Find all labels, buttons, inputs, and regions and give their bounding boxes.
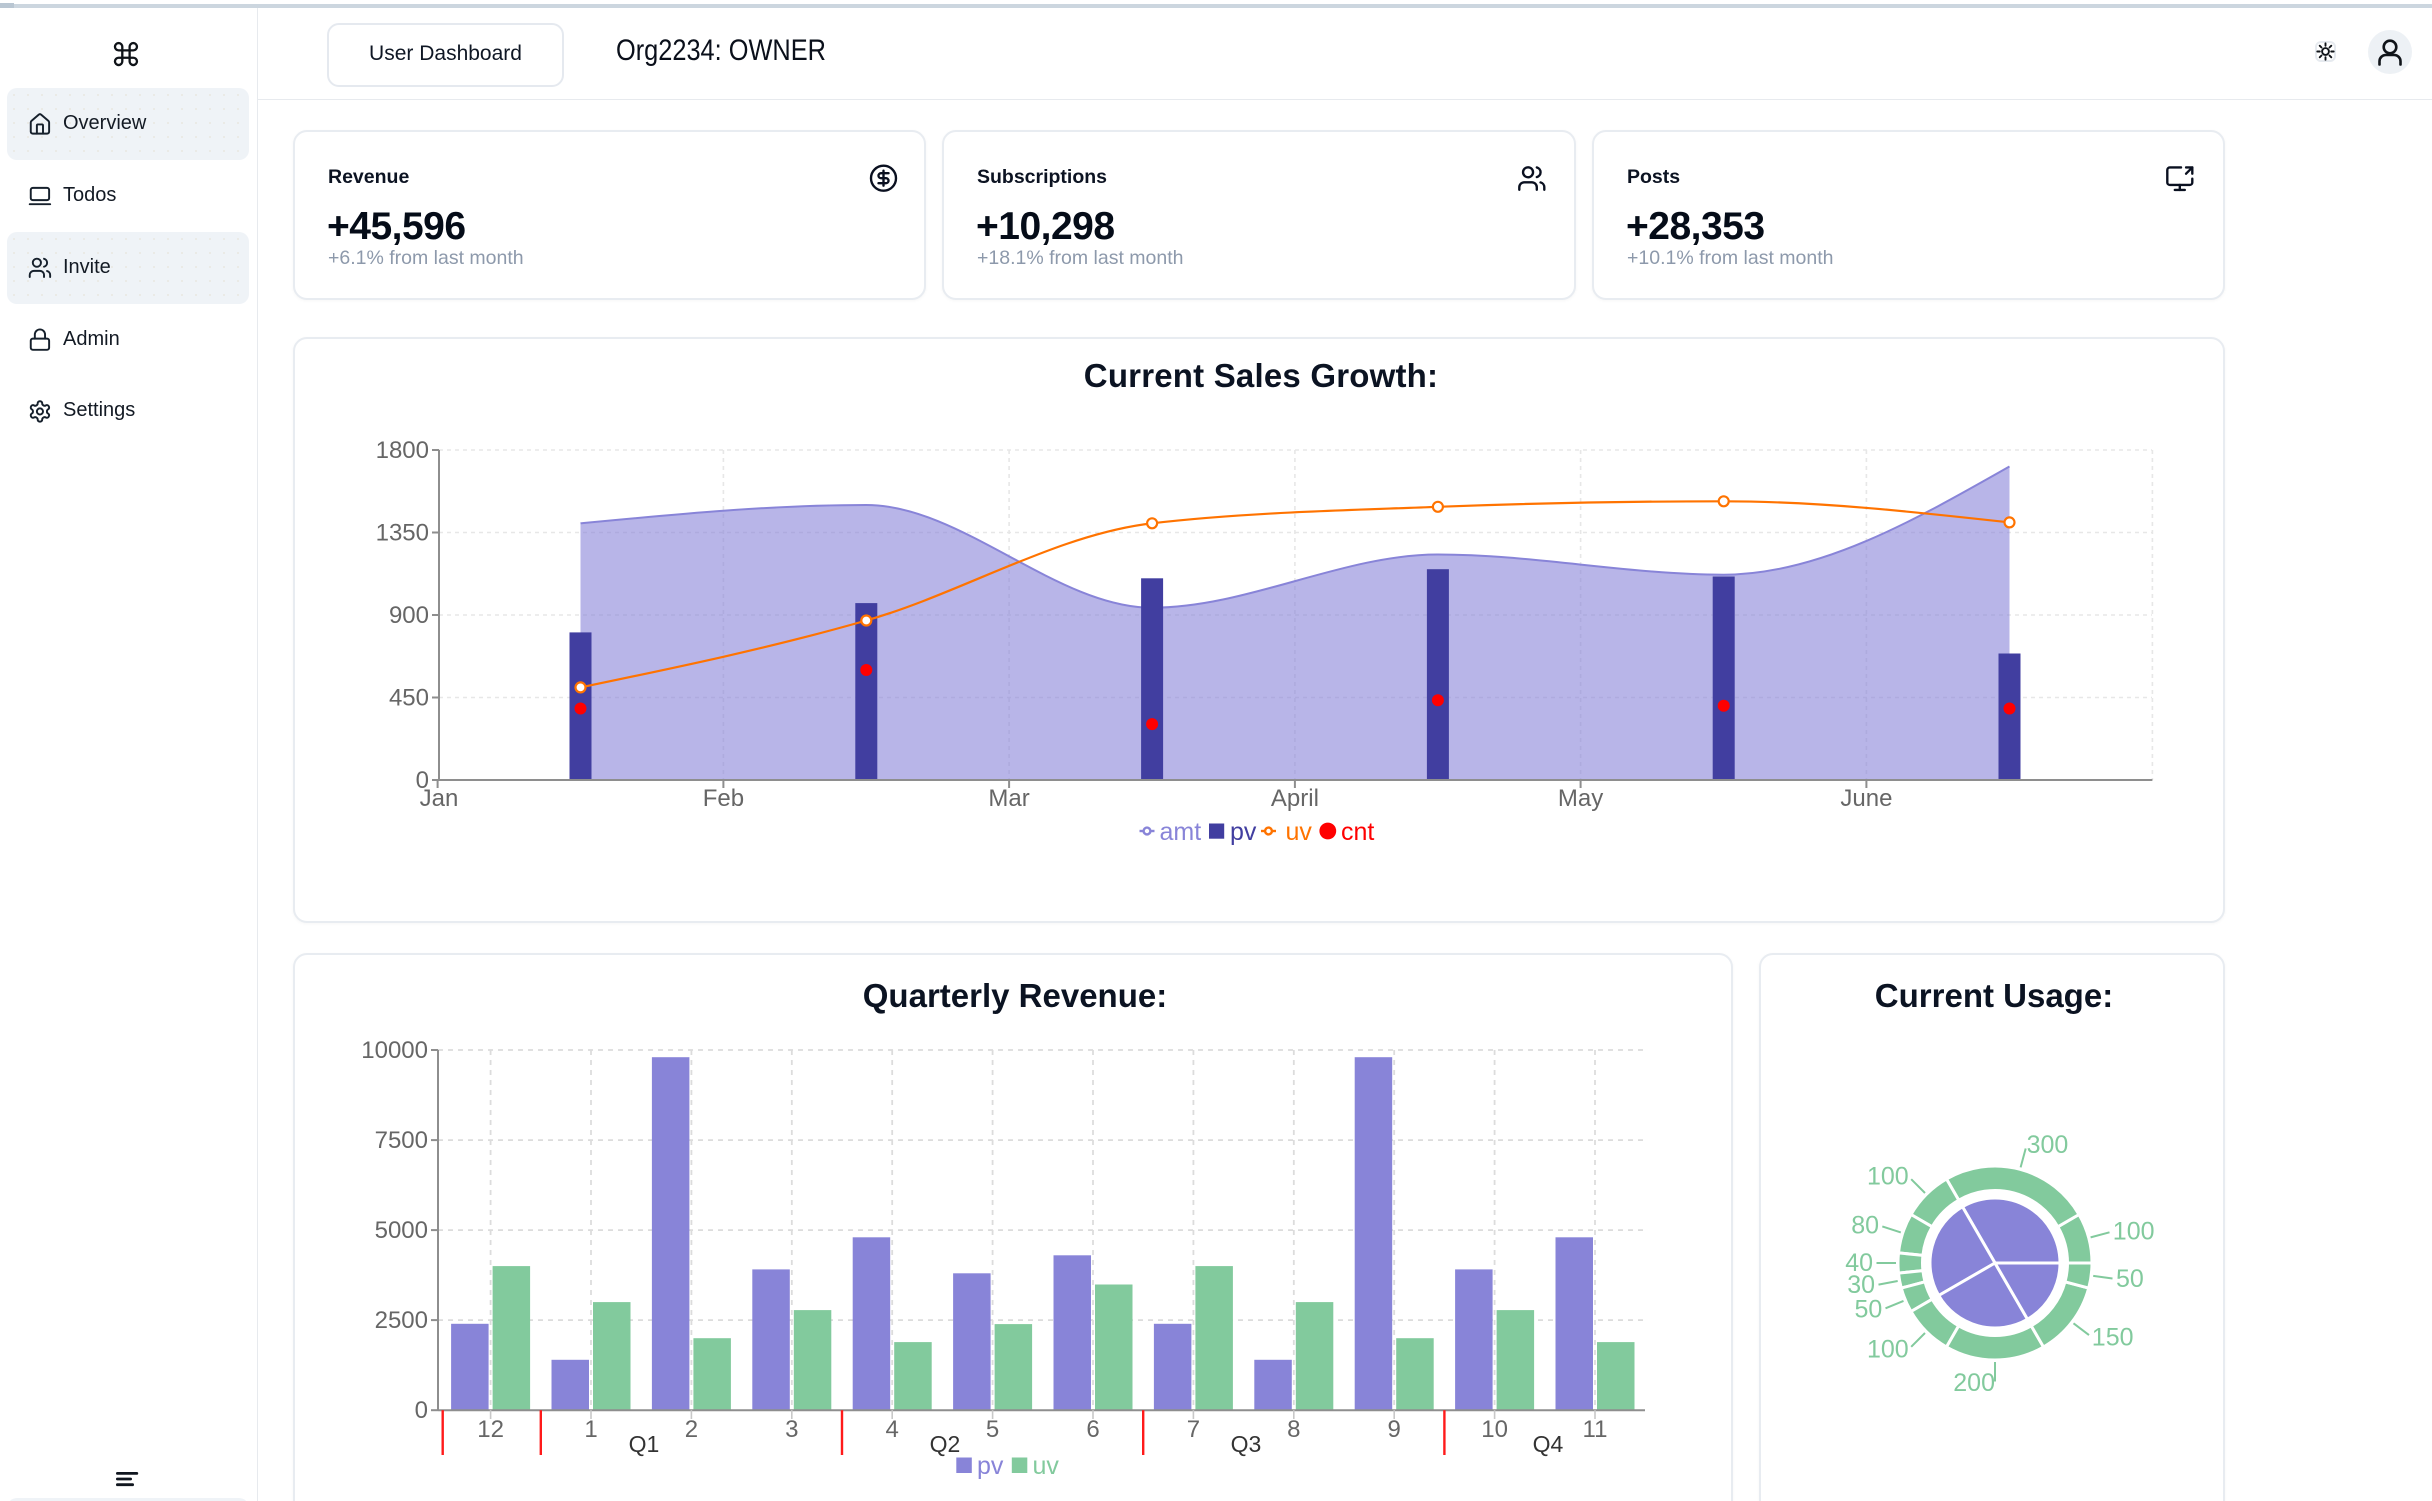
svg-text:Current Sales Growth:: Current Sales Growth: [1084,357,1438,394]
svg-text:100: 100 [1867,1335,1909,1363]
svg-text:0: 0 [415,1397,428,1424]
svg-text:100: 100 [2113,1217,2155,1245]
svg-text:5000: 5000 [375,1217,428,1244]
svg-text:May: May [1558,785,1603,812]
svg-text:uv: uv [1033,1452,1060,1480]
svg-text:100: 100 [1867,1163,1909,1191]
svg-text:8: 8 [1287,1416,1300,1443]
svg-text:7500: 7500 [375,1127,428,1154]
svg-text:June: June [1840,785,1892,812]
svg-text:9: 9 [1388,1416,1401,1443]
svg-text:80: 80 [1851,1211,1879,1239]
svg-text:2500: 2500 [375,1307,428,1334]
svg-text:50: 50 [1854,1296,1882,1324]
svg-text:5: 5 [986,1416,999,1443]
svg-text:10000: 10000 [361,1037,428,1064]
svg-text:Q3: Q3 [1231,1431,1262,1457]
svg-text:1800: 1800 [376,437,429,464]
svg-text:amt: amt [1160,818,1202,846]
svg-text:Q1: Q1 [629,1431,660,1457]
svg-text:uv: uv [1286,818,1313,846]
svg-text:150: 150 [2092,1323,2134,1351]
svg-text:4: 4 [886,1416,899,1443]
svg-text:3: 3 [785,1416,798,1443]
svg-text:1: 1 [584,1416,597,1443]
svg-text:11: 11 [1583,1416,1608,1443]
svg-text:Q4: Q4 [1533,1431,1564,1457]
svg-text:2: 2 [685,1416,698,1443]
svg-text:cnt: cnt [1341,818,1374,846]
svg-text:200: 200 [1953,1369,1995,1397]
svg-text:Mar: Mar [988,785,1029,812]
svg-text:50: 50 [2116,1265,2144,1293]
svg-text:10: 10 [1481,1416,1508,1443]
svg-text:12: 12 [477,1416,504,1443]
svg-text:April: April [1271,785,1319,812]
svg-text:900: 900 [389,602,429,629]
svg-text:Jan: Jan [420,785,459,812]
svg-text:pv: pv [977,1452,1004,1480]
svg-text:Current Usage:: Current Usage: [1875,977,2113,1014]
svg-text:Feb: Feb [703,785,744,812]
svg-text:Q2: Q2 [930,1431,961,1457]
svg-text:300: 300 [2027,1131,2069,1159]
svg-text:450: 450 [389,685,429,712]
svg-text:pv: pv [1230,818,1257,846]
svg-text:Quarterly Revenue:: Quarterly Revenue: [863,977,1167,1014]
svg-text:6: 6 [1086,1416,1099,1443]
svg-text:7: 7 [1187,1416,1200,1443]
svg-text:1350: 1350 [376,520,429,547]
